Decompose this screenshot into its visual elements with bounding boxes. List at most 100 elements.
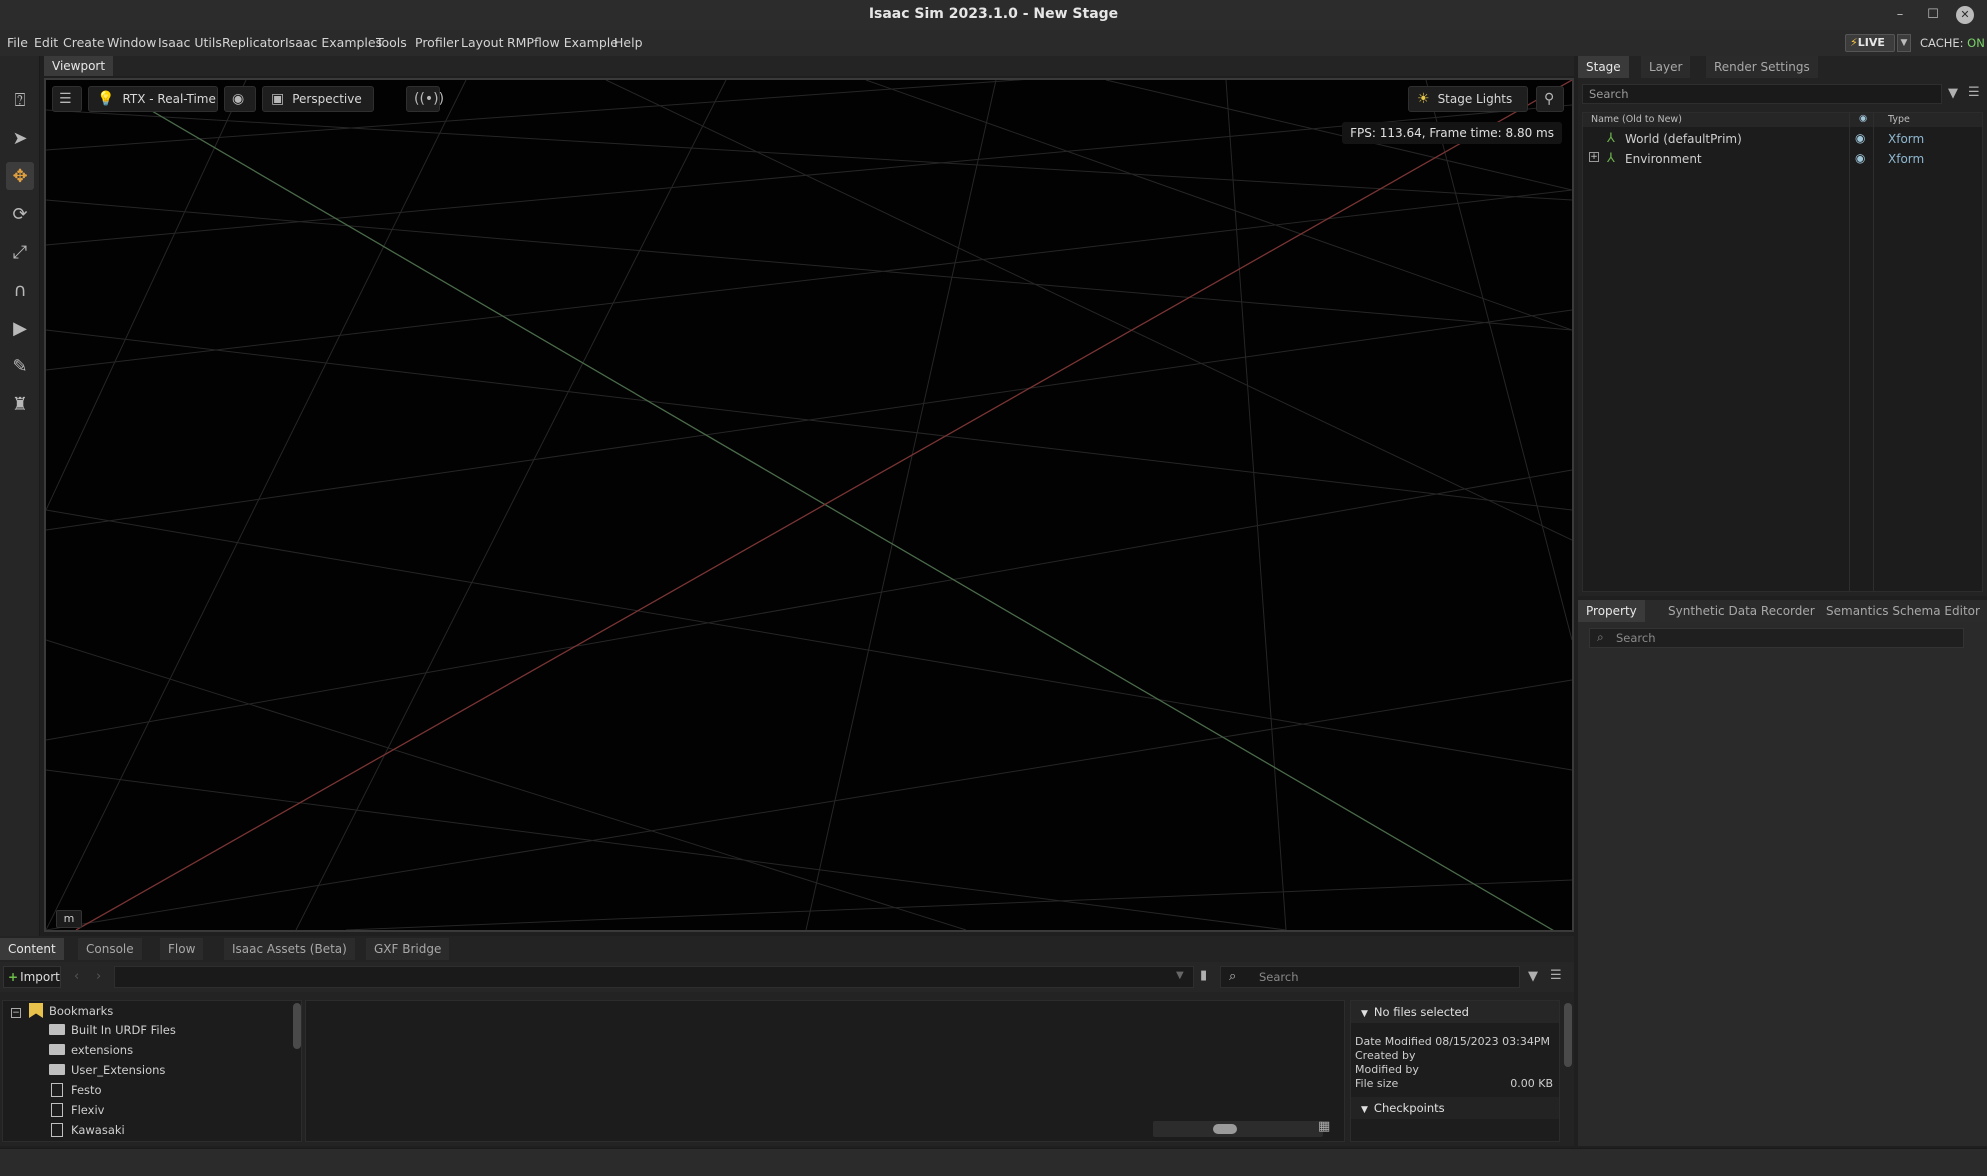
menu-rmpflow-example[interactable]: RMPflow Example [507,35,618,50]
expand-icon[interactable]: + [1589,152,1599,162]
date-modified: Date Modified 08/15/2023 03:34PM [1355,1035,1550,1048]
chevron-down-icon[interactable]: ▼ [1176,970,1184,981]
help-select-icon[interactable]: ⍰ [6,86,34,114]
filter-icon[interactable]: ▼ [1948,86,1958,101]
checkpoints-label: Checkpoints [1373,1101,1445,1115]
rotate-icon[interactable]: ⟳ [6,200,34,228]
tree-item-extensions[interactable]: extensions [49,1043,133,1061]
tab-render-settings[interactable]: Render Settings [1706,56,1818,78]
filter-icon[interactable]: ▼ [1528,969,1538,984]
search-icon: ⌕ [1229,969,1237,984]
menu-layout[interactable]: Layout [461,35,504,50]
import-button[interactable]: + Import [3,966,61,988]
menu-replicator[interactable]: Replicator [222,35,285,50]
forward-arrow-icon[interactable]: › [96,969,101,984]
search-icon: ⌕ [1597,630,1604,644]
select-arrow-icon[interactable]: ➤ [6,124,34,152]
bookmark-icon[interactable]: ▮ [1200,968,1207,983]
close-button[interactable]: ✕ [1956,6,1974,24]
file-info-panel: ▼ No files selected Date Modified 08/15/2… [1350,1000,1572,1142]
live-toggle[interactable]: ⚡LIVE [1845,34,1895,52]
menu-isaac-utils[interactable]: Isaac Utils [158,35,222,50]
scale-icon[interactable]: ⤢ [6,238,34,266]
column-name[interactable]: Name (Old to New) [1591,114,1682,125]
file-browser[interactable]: ▦ [305,1000,1345,1142]
tree-root-bookmarks[interactable]: − Bookmarks [11,1003,113,1021]
collapse-icon[interactable]: − [11,1008,21,1018]
back-arrow-icon[interactable]: ‹ [74,969,79,984]
zoom-slider-thumb[interactable] [1213,1124,1237,1134]
eye-icon[interactable]: ◉ [1855,151,1865,165]
menu-profiler[interactable]: Profiler [415,35,459,50]
stage-tree: Name (Old to New) ◉ Type ⅄ World (defaul… [1582,112,1983,592]
maximize-button[interactable]: ☐ [1922,4,1944,26]
path-input[interactable] [114,966,1194,988]
title-bar: Isaac Sim 2023.1.0 - New Stage – ☐ ✕ [0,0,1987,30]
tab-content[interactable]: Content [0,938,64,960]
stage-panel: Stage Layer Render Settings Search ▼ ☰ N… [1578,56,1987,596]
viewport-settings-button[interactable]: ☰ [52,86,82,112]
play-icon[interactable]: ▶ [6,314,34,342]
info-header[interactable]: ▼ No files selected [1351,1001,1559,1023]
created-by: Created by [1355,1049,1416,1062]
paint-brush-icon[interactable]: ✎ [6,352,34,380]
tree-item-builtin-urdf[interactable]: Built In URDF Files [49,1023,176,1041]
options-menu-icon[interactable]: ☰ [1550,968,1562,983]
menu-file[interactable]: File [7,35,28,50]
stage-search-input[interactable]: Search [1582,84,1942,104]
tree-scrollbar[interactable] [293,1003,301,1049]
xform-icon: ⅄ [1607,131,1615,146]
menu-tools[interactable]: Tools [376,35,407,50]
content-tabbar: Content Console Flow Isaac Assets (Beta)… [0,936,1574,960]
tab-property[interactable]: Property [1578,600,1645,622]
tab-stage[interactable]: Stage [1578,56,1629,78]
tree-item-flexiv[interactable]: Flexiv [51,1103,105,1121]
camera-button[interactable]: ▣ Perspective [262,86,374,112]
render-mode-button[interactable]: 💡 RTX - Real-Time [88,86,218,112]
viewport[interactable]: ☰ 💡 RTX - Real-Time ◉ ▣ Perspective ((•)) … [44,78,1574,932]
property-search-input[interactable]: Search [1589,628,1964,648]
tab-layer[interactable]: Layer [1641,56,1691,78]
minimize-button[interactable]: – [1889,4,1911,26]
live-dropdown[interactable]: ▼ [1897,34,1911,52]
column-type[interactable]: Type [1888,114,1910,125]
info-header-label: No files selected [1373,1005,1469,1019]
tab-synthetic-data-recorder[interactable]: Synthetic Data Recorder [1660,600,1823,622]
tree-item-label: Festo [71,1083,102,1097]
broadcast-button[interactable]: ((•)) [406,86,444,112]
location-button[interactable]: ⚲ [1536,86,1564,112]
menu-help[interactable]: Help [614,35,643,50]
content-search-input[interactable]: Search [1220,966,1520,988]
zoom-slider[interactable] [1153,1121,1323,1137]
tree-item-kawasaki[interactable]: Kawasaki [51,1123,125,1141]
info-scrollbar[interactable] [1564,1003,1572,1067]
render-mode-label: RTX - Real-Time [122,92,216,106]
content-panel: Content Console Flow Isaac Assets (Beta)… [0,936,1574,1146]
tab-gxf-bridge[interactable]: GXF Bridge [366,938,450,960]
options-menu-icon[interactable]: ☰ [1968,85,1980,100]
tab-semantics-schema-editor[interactable]: Semantics Schema Editor [1818,600,1987,622]
grid-view-icon[interactable]: ▦ [1318,1119,1330,1134]
menu-create[interactable]: Create [63,35,105,50]
snap-magnet-icon[interactable]: ∩ [6,276,34,304]
eye-icon[interactable]: ◉ [1855,131,1865,145]
tree-item-festo[interactable]: Festo [51,1083,102,1101]
stage-row-world[interactable]: ⅄ World (defaultPrim) ◉ Xform [1583,129,1982,149]
menu-edit[interactable]: Edit [34,35,58,50]
tab-isaac-assets[interactable]: Isaac Assets (Beta) [224,938,355,960]
stage-lights-button[interactable]: ☀ Stage Lights [1408,86,1528,112]
tab-flow[interactable]: Flow [160,938,204,960]
tree-item-user-extensions[interactable]: User_Extensions [49,1063,165,1081]
visibility-column-icon[interactable]: ◉ [1859,113,1867,124]
move-icon[interactable]: ✥ [6,162,34,190]
robot-icon[interactable]: ♜ [6,390,34,418]
tab-viewport[interactable]: Viewport [44,56,114,76]
tab-console[interactable]: Console [78,938,142,960]
visibility-button[interactable]: ◉ [224,86,256,112]
prim-name: Environment [1625,152,1702,166]
checkpoints-header[interactable]: ▼ Checkpoints [1351,1097,1559,1119]
menu-isaac-examples[interactable]: Isaac Examples [285,35,382,50]
stage-row-environment[interactable]: + ⅄ Environment ◉ Xform [1583,149,1982,169]
xform-icon: ⅄ [1607,151,1615,166]
menu-window[interactable]: Window [107,35,156,50]
